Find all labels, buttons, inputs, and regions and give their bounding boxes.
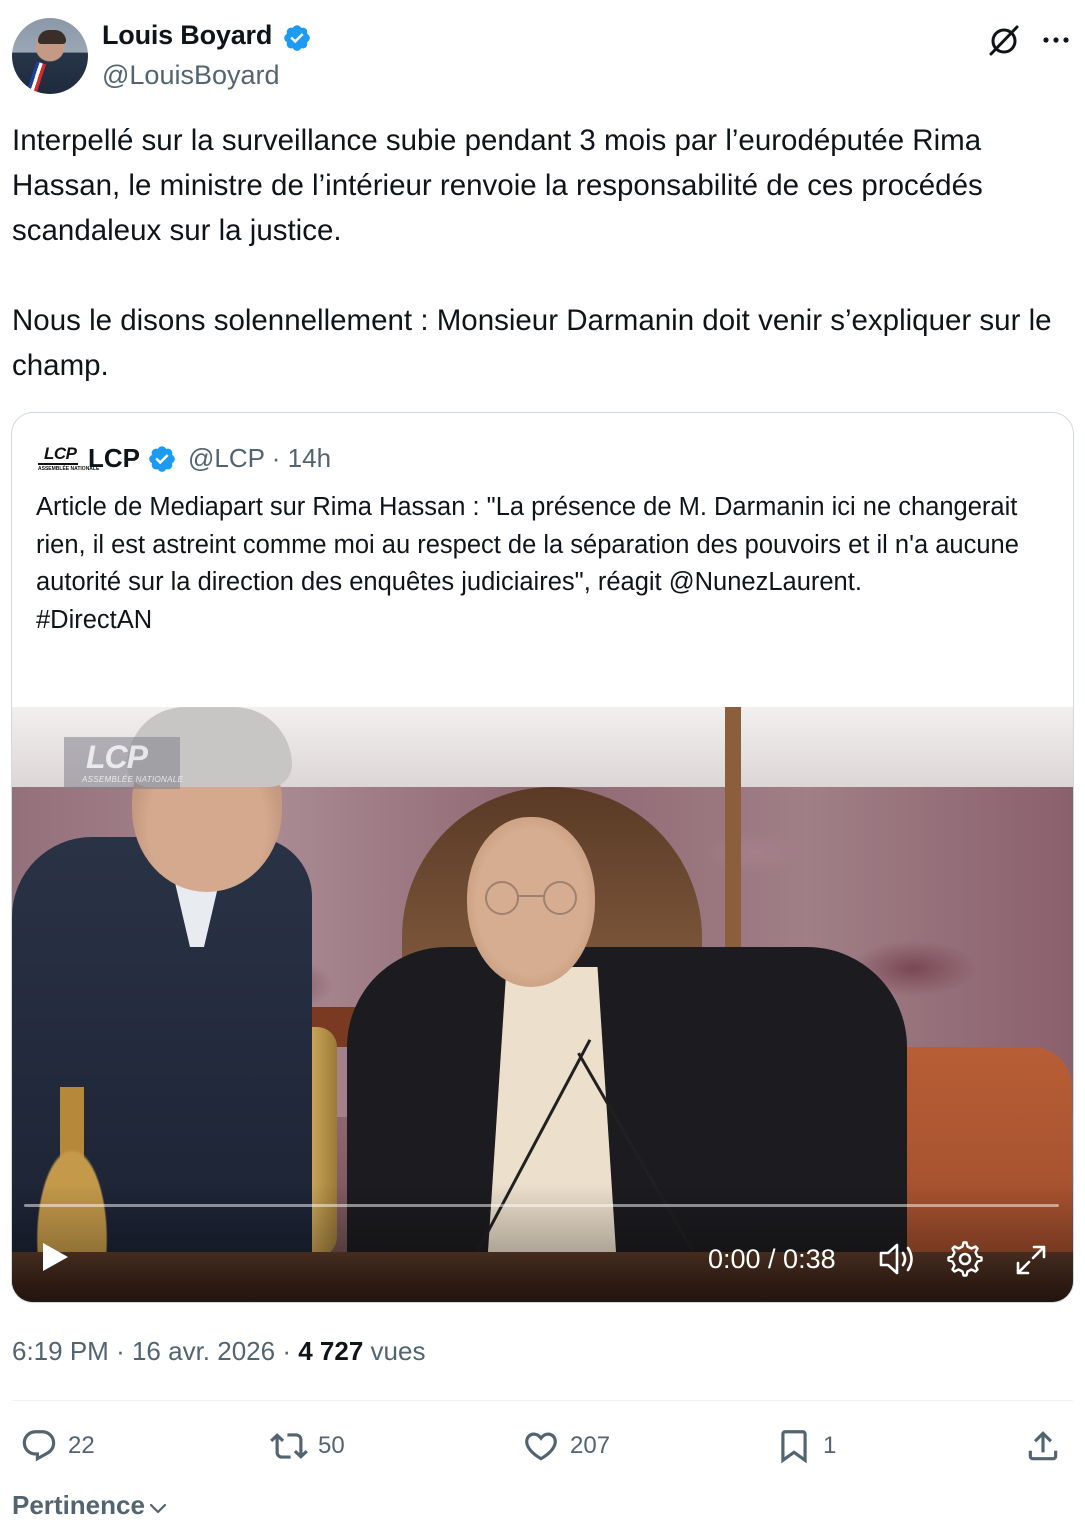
video-pillar	[725, 707, 741, 947]
play-icon[interactable]	[36, 1239, 72, 1275]
view-count: 4 727	[298, 1336, 364, 1366]
avatar-sash	[24, 61, 46, 94]
timestamp-sep-1: ·	[116, 1336, 125, 1366]
avatar-hair	[38, 30, 66, 44]
video-player[interactable]: LCP ASSEMBLÉE NATIONALE 0:00 / 0:38	[12, 707, 1073, 1302]
author-name[interactable]: Louis Boyard	[102, 20, 272, 51]
quote-author-name[interactable]: LCP	[88, 443, 140, 474]
grok-icon[interactable]	[986, 22, 1022, 58]
video-progress-bar[interactable]	[24, 1204, 1059, 1207]
lcp-logo: LCP ASSEMBLÉE NATIONALE	[36, 444, 99, 474]
video-watermark-text: LCP	[86, 739, 148, 775]
video-timecode: 0:00 / 0:38	[708, 1244, 836, 1274]
repost-count: 50	[318, 1432, 345, 1459]
quote-verified-badge-icon	[149, 446, 175, 472]
more-icon[interactable]	[1038, 22, 1074, 58]
sort-dropdown[interactable]: Pertinence	[12, 1490, 169, 1521]
like-button[interactable]: 207	[522, 1424, 610, 1468]
share-icon	[1028, 1431, 1058, 1461]
volume-icon[interactable]	[878, 1241, 916, 1277]
quote-age[interactable]: 14h	[288, 443, 331, 473]
quote-handle[interactable]: @LCP	[188, 443, 265, 473]
video-watermark-subtext: ASSEMBLÉE NATIONALE	[82, 775, 184, 784]
reply-count: 22	[68, 1432, 95, 1459]
verified-badge-icon	[284, 25, 310, 51]
lcp-logo-text: LCP	[44, 444, 77, 463]
quote-meta: @LCP · 14h	[188, 443, 331, 474]
reply-icon	[22, 1430, 56, 1462]
bookmark-count: 1	[823, 1432, 837, 1459]
like-count: 207	[570, 1432, 611, 1459]
tweet-time[interactable]: 6:19 PM	[12, 1336, 109, 1366]
bookmark-button[interactable]: 1	[775, 1424, 836, 1468]
video-watermark: LCP ASSEMBLÉE NATIONALE	[64, 737, 184, 789]
tweet-date[interactable]: 16 avr. 2026	[132, 1336, 275, 1366]
timestamp-sep-2: ·	[282, 1336, 291, 1366]
video-glasses	[485, 881, 577, 915]
tweet-timestamp: 6:19 PM · 16 avr. 2026 · 4 727 vues	[12, 1336, 425, 1367]
fullscreen-icon[interactable]	[1014, 1243, 1048, 1277]
quote-text: Article de Mediapart sur Rima Hassan : "…	[36, 493, 1019, 634]
quote-separator: ·	[271, 443, 281, 473]
author-handle[interactable]: @LouisBoyard	[102, 60, 280, 91]
actions-divider	[12, 1400, 1073, 1401]
like-icon	[525, 1432, 557, 1461]
views-label: vues	[370, 1336, 426, 1366]
repost-icon	[270, 1433, 308, 1459]
settings-icon[interactable]	[946, 1240, 984, 1278]
repost-button[interactable]: 50	[270, 1424, 345, 1468]
share-button[interactable]	[1024, 1424, 1072, 1468]
reply-button[interactable]: 22	[20, 1424, 95, 1468]
author-avatar[interactable]	[12, 18, 88, 94]
sort-label: Pertinence	[12, 1490, 145, 1520]
quoted-tweet[interactable]: LCP ASSEMBLÉE NATIONALE LCP @LCP · 14h A…	[11, 412, 1074, 1303]
bookmark-icon	[781, 1430, 807, 1464]
chevron-down-icon	[149, 1503, 167, 1513]
tweet-text: Interpellé sur la surveillance subie pen…	[12, 124, 1052, 382]
lcp-logo-line	[38, 463, 78, 465]
